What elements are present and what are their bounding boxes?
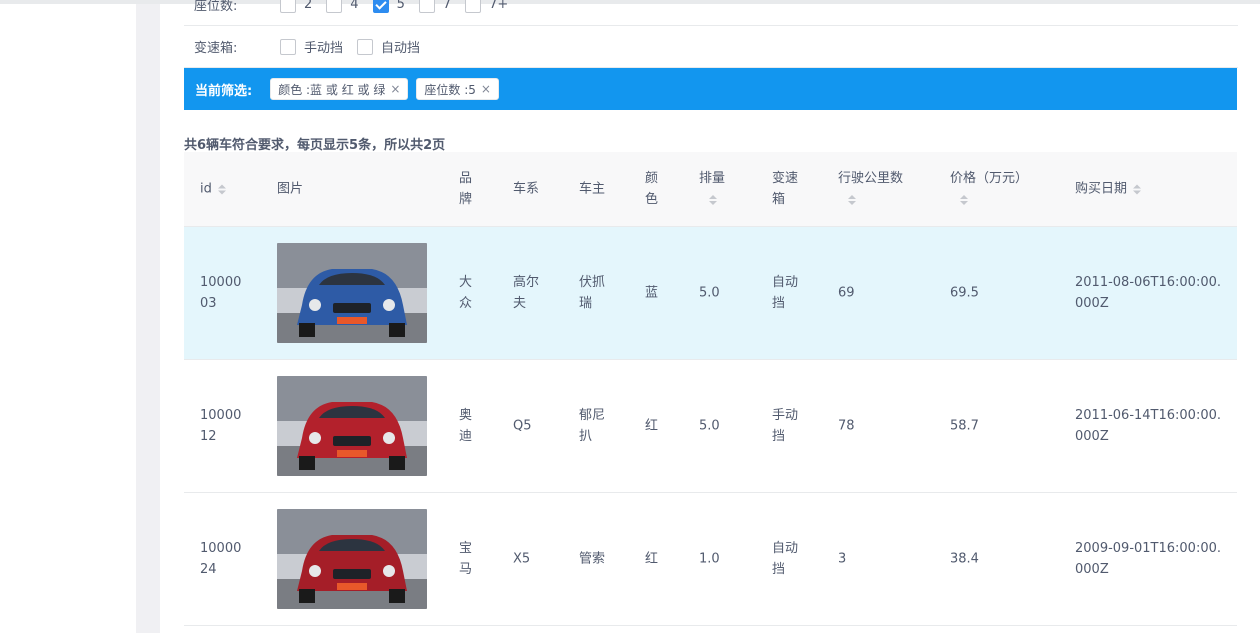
sort-icon[interactable] bbox=[1133, 184, 1142, 194]
header-series: 车系 bbox=[513, 181, 540, 197]
table-header: id 图片 品牌 车系 车主 颜色 排量 变速箱 行驶公里数 价格（万元） 购买… bbox=[184, 152, 1237, 227]
cell-owner: 管索 bbox=[579, 551, 606, 567]
header-date[interactable]: 购买日期 bbox=[1075, 179, 1142, 200]
seats-option[interactable]: 7+ bbox=[465, 0, 508, 13]
car-table: id 图片 品牌 车系 车主 颜色 排量 变速箱 行驶公里数 价格（万元） 购买… bbox=[184, 152, 1237, 626]
header-displacement[interactable]: 排量 bbox=[699, 168, 725, 210]
remove-tag-icon[interactable]: × bbox=[481, 82, 491, 96]
car-photo bbox=[277, 376, 427, 476]
current-filter-label: 当前筛选: bbox=[195, 83, 253, 99]
cell-displacement: 1.0 bbox=[699, 551, 720, 567]
cell-transmission: 手动挡 bbox=[772, 408, 799, 444]
cell-owner: 郁尼扒 bbox=[579, 408, 606, 444]
checkbox[interactable] bbox=[372, 0, 389, 13]
cell-mileage: 78 bbox=[838, 418, 855, 434]
cell-transmission: 自动挡 bbox=[772, 541, 799, 577]
cell-displacement: 5.0 bbox=[699, 418, 720, 434]
car-photo bbox=[277, 243, 427, 343]
transmission-option-label: 手动挡 bbox=[304, 41, 344, 56]
checkbox[interactable] bbox=[280, 0, 296, 13]
seats-option[interactable]: 2 bbox=[280, 0, 312, 13]
cell-price: 58.7 bbox=[950, 418, 979, 434]
cell-color: 红 bbox=[645, 418, 659, 434]
cell-series: 高尔夫 bbox=[513, 275, 540, 311]
checkbox[interactable] bbox=[418, 0, 435, 13]
checkbox[interactable] bbox=[357, 38, 374, 55]
header-id[interactable]: id bbox=[200, 179, 226, 200]
current-filter-bar: 当前筛选: 颜色 :蓝 或 红 或 绿 × 座位数 :5 × bbox=[184, 68, 1237, 110]
header-mileage[interactable]: 行驶公里数 bbox=[838, 168, 903, 210]
content-gutter bbox=[136, 4, 160, 633]
seats-option-label: 7 bbox=[442, 0, 452, 12]
filter-transmission-row: 变速箱: 手动挡 自动挡 bbox=[184, 26, 1238, 68]
header-image: 图片 bbox=[277, 181, 304, 197]
seats-option-label: 4 bbox=[350, 0, 359, 12]
sort-icon[interactable] bbox=[709, 194, 717, 205]
cell-transmission: 自动挡 bbox=[772, 275, 799, 311]
cell-date: 2009-09-01T16:00:00.000Z bbox=[1075, 541, 1222, 577]
header-transmission: 变速箱 bbox=[772, 171, 799, 207]
filter-tag-text: 座位数 :5 bbox=[424, 82, 476, 97]
cell-price: 69.5 bbox=[950, 285, 979, 301]
filter-transmission-label: 变速箱: bbox=[194, 41, 238, 56]
filter-tag: 颜色 :蓝 或 红 或 绿 × bbox=[270, 78, 409, 100]
cell-id: 1000003 bbox=[200, 275, 242, 311]
result-summary: 共6辆车符合要求，每页显示5条，所以共2页 bbox=[184, 138, 446, 153]
cell-color: 红 bbox=[645, 551, 659, 567]
checkbox[interactable] bbox=[280, 38, 296, 55]
seats-option-label: 7+ bbox=[489, 0, 509, 12]
sort-icon[interactable] bbox=[848, 194, 856, 205]
table-row[interactable]: 1000024 宝马 X5 管索 红 1.0 自动挡 3 38.4 2009-09-01T16:0… bbox=[184, 493, 1237, 626]
table-row[interactable]: 1000003 大众 高尔夫 伏抓瑞 蓝 5.0 自动挡 69 69.5 2011-08-06T1… bbox=[184, 227, 1237, 360]
seats-option-label: 5 bbox=[396, 0, 405, 12]
filter-seats-label: 座位数: bbox=[194, 0, 238, 14]
cell-owner: 伏抓瑞 bbox=[579, 275, 606, 311]
checkbox[interactable] bbox=[465, 0, 482, 13]
cell-mileage: 69 bbox=[838, 285, 855, 301]
seats-option[interactable]: 5 bbox=[372, 0, 405, 13]
header-owner: 车主 bbox=[579, 181, 606, 197]
seats-option-label: 2 bbox=[304, 0, 313, 12]
seats-option[interactable]: 7 bbox=[418, 0, 452, 13]
transmission-option[interactable]: 自动挡 bbox=[357, 37, 420, 56]
filter-tag-text: 颜色 :蓝 或 红 或 绿 bbox=[278, 82, 386, 97]
cell-color: 蓝 bbox=[645, 285, 659, 301]
filter-seats-row: 座位数: 2 4 5 7 7+ bbox=[184, 0, 1238, 26]
sort-icon[interactable] bbox=[960, 194, 968, 205]
cell-displacement: 5.0 bbox=[699, 285, 720, 301]
cell-series: X5 bbox=[513, 551, 531, 567]
cell-mileage: 3 bbox=[838, 551, 847, 567]
seats-option[interactable]: 4 bbox=[326, 0, 359, 13]
header-brand: 品牌 bbox=[459, 171, 473, 207]
cell-price: 38.4 bbox=[950, 551, 979, 567]
transmission-option[interactable]: 手动挡 bbox=[280, 37, 343, 56]
cell-date: 2011-08-06T16:00:00.000Z bbox=[1075, 275, 1222, 311]
cell-brand: 奥迪 bbox=[459, 408, 473, 444]
sort-icon[interactable] bbox=[217, 184, 226, 194]
cell-date: 2011-06-14T16:00:00.000Z bbox=[1075, 408, 1222, 444]
header-color: 颜色 bbox=[645, 171, 659, 207]
cell-brand: 大众 bbox=[459, 275, 473, 311]
checkbox[interactable] bbox=[326, 0, 343, 13]
cell-id: 1000024 bbox=[200, 541, 242, 577]
cell-series: Q5 bbox=[513, 418, 532, 434]
remove-tag-icon[interactable]: × bbox=[390, 82, 400, 96]
transmission-option-label: 自动挡 bbox=[381, 41, 421, 56]
cell-brand: 宝马 bbox=[459, 541, 473, 577]
cell-id: 1000012 bbox=[200, 408, 242, 444]
filter-tag: 座位数 :5 × bbox=[416, 78, 499, 100]
table-row[interactable]: 1000012 奥迪 Q5 郁尼扒 红 5.0 手动挡 78 58.7 2011-06-14T16… bbox=[184, 360, 1237, 493]
header-price[interactable]: 价格（万元） bbox=[950, 168, 1028, 210]
car-photo bbox=[277, 509, 427, 609]
